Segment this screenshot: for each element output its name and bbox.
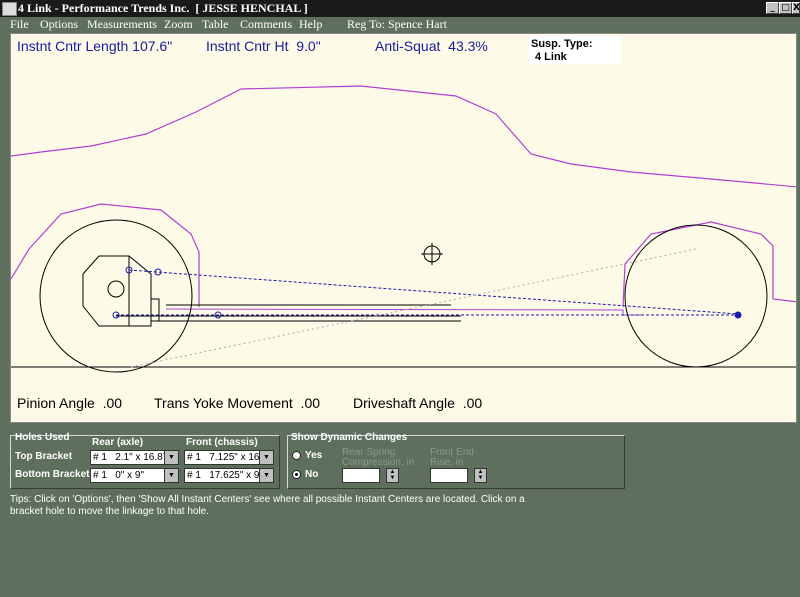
no-label[interactable]: No xyxy=(305,469,318,480)
chevron-down-icon[interactable]: ▼ xyxy=(259,451,273,464)
rear-spring-units-label: Compression, in xyxy=(342,457,415,468)
front-fender-outline xyxy=(622,221,796,308)
instant-center-point xyxy=(734,311,742,319)
holes-used-label: Holes Used xyxy=(15,432,70,443)
anti-squat-line xyxy=(130,248,697,368)
menu-help[interactable]: Help xyxy=(299,17,322,32)
axle-center xyxy=(107,280,125,298)
menu-options[interactable]: Options xyxy=(40,17,78,32)
rear-axle-header: Rear (axle) xyxy=(92,437,144,448)
minimize-button[interactable]: _ xyxy=(766,2,779,14)
top-front-hole-select[interactable]: # 1 7.125" x 16.5 ▼ xyxy=(184,450,274,465)
chassis-drawing xyxy=(11,85,796,373)
top-front-hole-value: # 1 7.125" x 16.5 xyxy=(187,452,259,463)
tips-text: Tips: Click on 'Options', then 'Show All… xyxy=(10,494,525,517)
menu-bar: File Options Measurements Zoom Table Com… xyxy=(0,17,800,32)
menu-measurements[interactable]: Measurements xyxy=(87,17,157,32)
frame-rail xyxy=(165,308,641,316)
yes-radio[interactable] xyxy=(292,451,301,460)
no-radio[interactable] xyxy=(292,470,301,479)
front-end-spinner[interactable]: ▲ ▼ xyxy=(474,468,487,483)
top-bracket-label: Top Bracket xyxy=(15,451,73,462)
rear-spring-input[interactable] xyxy=(342,468,380,483)
rear-spring-spinner[interactable]: ▲ ▼ xyxy=(386,468,399,483)
top-rear-hole-value: # 1 2.1" x 16.875 xyxy=(93,452,164,463)
window-title: 4 Link - Performance Trends Inc. [ JESSE… xyxy=(18,1,308,15)
menu-table[interactable]: Table xyxy=(202,17,228,32)
chevron-down-icon[interactable]: ▼ xyxy=(164,469,178,482)
bottom-front-hole-value: # 1 17.625" x 9" xyxy=(187,470,259,481)
rear-wheel xyxy=(39,219,193,373)
menu-comments[interactable]: Comments xyxy=(240,17,292,32)
dynamic-changes-label: Show Dynamic Changes xyxy=(291,432,408,443)
close-button[interactable]: X xyxy=(792,2,800,14)
title-bar: 4 Link - Performance Trends Inc. [ JESSE… xyxy=(0,0,800,17)
bottom-rear-hole-value: # 1 0" x 9" xyxy=(93,470,145,481)
menu-file[interactable]: File xyxy=(10,17,29,32)
axle-bracket xyxy=(150,298,160,322)
front-end-units-label: Rise, in xyxy=(430,457,464,468)
bottom-bracket-label: Bottom Bracket xyxy=(15,469,90,480)
pinion-angle: Pinion Angle .00 xyxy=(17,395,123,411)
bottom-front-hole-select[interactable]: # 1 17.625" x 9" ▼ xyxy=(184,468,274,483)
body-outline xyxy=(11,85,796,188)
bottom-rear-hole-select[interactable]: # 1 0" x 9" ▼ xyxy=(90,468,179,483)
menu-zoom[interactable]: Zoom xyxy=(164,17,193,32)
registration-label: Reg To: Spence Hart xyxy=(347,17,447,31)
chevron-down-icon[interactable]: ▼ xyxy=(164,451,178,464)
upper-link-line xyxy=(128,269,739,315)
chevron-down-icon[interactable]: ▼ xyxy=(259,469,273,482)
front-chassis-header: Front (chassis) xyxy=(186,437,258,448)
app-icon[interactable] xyxy=(2,2,17,16)
maximize-button[interactable]: □ xyxy=(779,2,792,14)
front-wheel xyxy=(624,224,768,368)
yes-label[interactable]: Yes xyxy=(305,450,322,461)
front-end-input[interactable] xyxy=(430,468,468,483)
top-rear-hole-select[interactable]: # 1 2.1" x 16.875 ▼ xyxy=(90,450,179,465)
trans-yoke-movement: Trans Yoke Movement .00 xyxy=(154,395,321,411)
suspension-canvas[interactable]: Instnt Cntr Length 107.6" Instnt Cntr Ht… xyxy=(10,33,797,423)
driveshaft-angle: Driveshaft Angle .00 xyxy=(353,395,483,411)
